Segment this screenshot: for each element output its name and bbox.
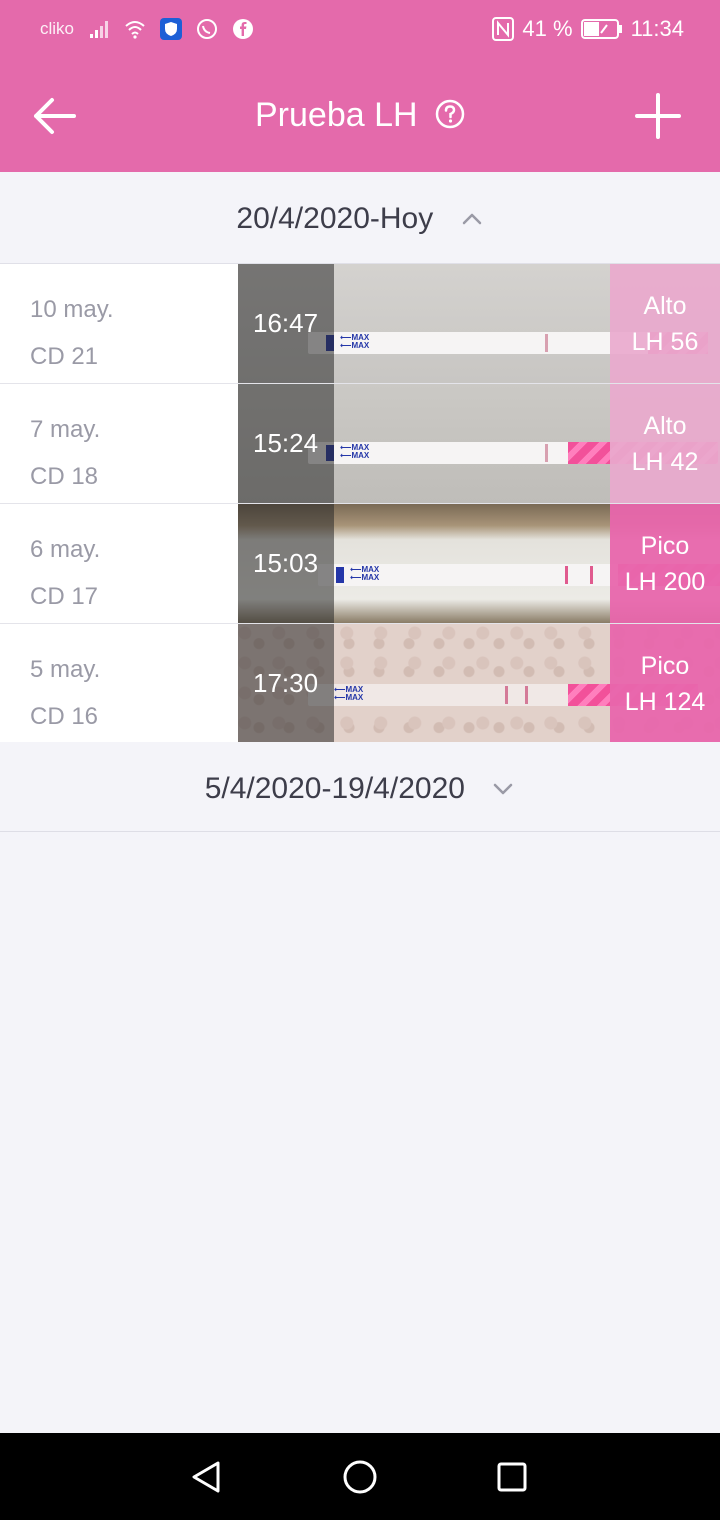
page-title: Prueba LH	[255, 96, 418, 134]
lh-value: LH 124	[624, 688, 706, 716]
battery-icon	[580, 19, 622, 39]
list-item[interactable]: 7 may. CD 18 ⟵MAX ⟵MAX 15:24 Alto LH 42	[0, 383, 720, 503]
nav-home-icon[interactable]	[340, 1457, 380, 1497]
signal-icon	[90, 21, 109, 38]
chevron-down-icon	[494, 783, 513, 795]
battery-percent: 41 %	[522, 16, 573, 41]
result-badge: Alto LH 42	[610, 384, 720, 503]
test-time: 15:24	[253, 428, 319, 458]
shield-app-icon	[160, 18, 183, 40]
cycle-day: CD 16	[30, 703, 99, 730]
date-column: 5 may. CD 16	[30, 646, 100, 740]
test-strip-photo[interactable]: ⟵MAX ⟵MAX 15:24 Alto LH 42	[238, 384, 720, 503]
clock: 11:34	[630, 16, 684, 41]
app-bar: Prueba LH	[0, 60, 720, 172]
cycle-day: CD 21	[30, 343, 99, 370]
result-level: Pico	[640, 532, 690, 560]
status-right: 41 % 11:34	[492, 16, 684, 42]
test-strip-photo[interactable]: ⟵MAX ⟵MAX 17:30 Pico LH 124	[238, 624, 720, 743]
chevron-up-icon	[462, 213, 481, 225]
test-date: 7 may.	[30, 416, 101, 443]
test-time: 17:30	[253, 668, 319, 698]
result-badge: Pico LH 124	[610, 624, 720, 743]
test-strip-photo[interactable]: ⟵MAX ⟵MAX 15:03 Pico LH 200	[238, 504, 720, 623]
date-column: 10 may. CD 21	[30, 286, 114, 380]
plus-icon[interactable]	[634, 92, 682, 140]
whatsapp-icon	[197, 19, 218, 39]
result-badge: Pico LH 200	[610, 504, 720, 623]
lh-value: LH 42	[631, 448, 699, 476]
date-column: 7 may. CD 18	[30, 406, 100, 500]
test-date: 5 may.	[30, 656, 101, 683]
lh-value: LH 200	[624, 568, 706, 596]
test-date: 6 may.	[30, 536, 101, 563]
lh-value: LH 56	[631, 328, 699, 356]
facebook-icon	[233, 19, 254, 39]
nav-recents-icon[interactable]	[492, 1457, 532, 1497]
section-header-current[interactable]: 20/4/2020-Hoy	[0, 172, 720, 262]
test-time: 15:03	[253, 548, 319, 578]
question-circle-icon[interactable]	[435, 99, 465, 129]
date-column: 6 may. CD 17	[30, 526, 100, 620]
cycle-day: CD 17	[30, 583, 99, 610]
test-strip-photo[interactable]: ⟵MAX ⟵MAX 16:47 Alto LH 56	[238, 264, 720, 383]
nav-back-icon[interactable]	[186, 1457, 226, 1497]
result-level: Pico	[640, 652, 690, 680]
app-title-wrap: Prueba LH	[0, 96, 720, 135]
carrier-name: cliko	[40, 19, 75, 38]
result-level: Alto	[643, 412, 687, 440]
cycle-day: CD 18	[30, 463, 99, 490]
section-label: 5/4/2020-19/4/2020	[204, 772, 465, 806]
test-time: 16:47	[253, 308, 319, 338]
test-date: 10 may.	[30, 296, 114, 323]
nfc-icon	[492, 17, 515, 41]
wifi-icon	[125, 21, 145, 39]
section-label: 20/4/2020-Hoy	[236, 202, 434, 236]
list-item[interactable]: 6 may. CD 17 ⟵MAX ⟵MAX 15:03 Pico LH 200	[0, 503, 720, 623]
status-left: cliko	[40, 18, 254, 40]
section-header-previous[interactable]: 5/4/2020-19/4/2020	[0, 742, 720, 832]
list-item[interactable]: 10 may. CD 21 ⟵MAX ⟵MAX 16:47 Alto LH 56	[0, 263, 720, 383]
list-item[interactable]: 5 may. CD 16 ⟵MAX ⟵MAX 17:30 Pico LH 124	[0, 623, 720, 743]
result-level: Alto	[643, 292, 687, 320]
system-nav-bar	[0, 1433, 720, 1520]
result-badge: Alto LH 56	[610, 264, 720, 383]
status-bar: cliko 41 % 11:34	[0, 0, 720, 60]
test-list: 10 may. CD 21 ⟵MAX ⟵MAX 16:47 Alto LH 56 …	[0, 263, 720, 743]
